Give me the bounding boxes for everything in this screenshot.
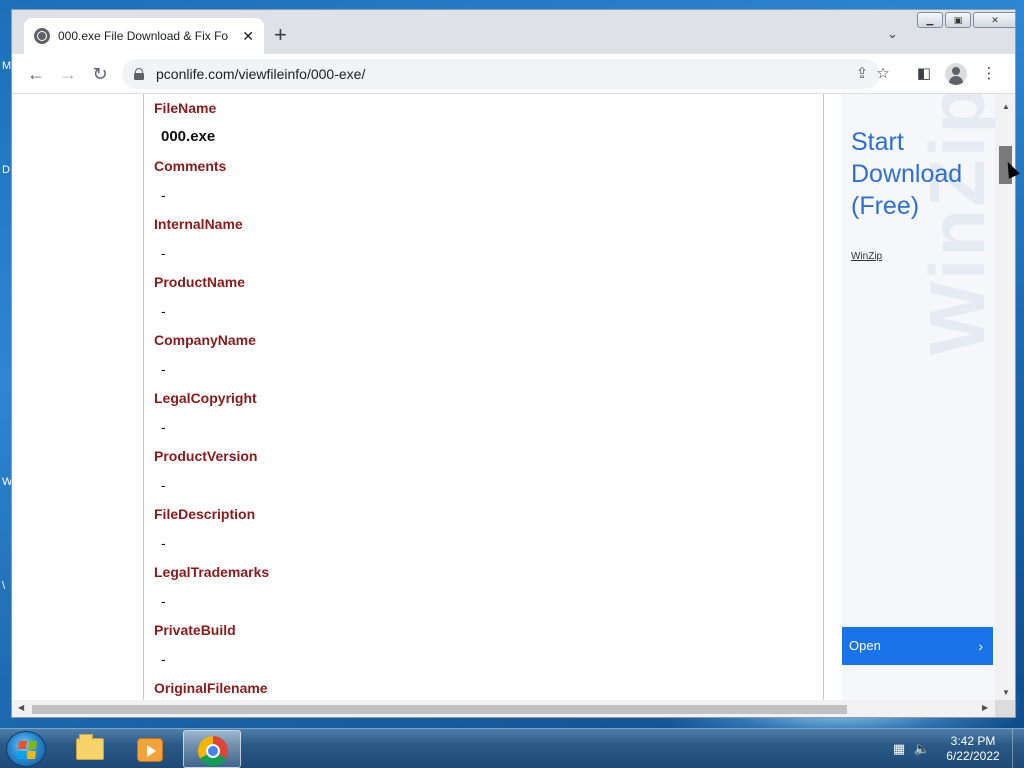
- volume-icon[interactable]: 🔈: [913, 740, 931, 758]
- scrollbar-corner: [995, 700, 1015, 717]
- clock-date: 6/22/2022: [946, 749, 1000, 763]
- field-value: -: [161, 419, 166, 435]
- window-controls: ▁ ▣ ✕: [917, 12, 1015, 28]
- scroll-down-arrow-icon[interactable]: ▼: [995, 688, 1015, 697]
- browser-window: 000.exe File Download & Fix For ✕ + ⌄ ▁ …: [11, 9, 1016, 718]
- taskbar: ▦ 🔈 3:42 PM 6/22/2022: [0, 728, 1024, 768]
- info-field: PrivateBuild -: [154, 620, 236, 678]
- file-info-panel: FileName 000.exe Comments - InternalName - Pro…: [143, 94, 824, 700]
- desktop-icon-label[interactable]: D: [2, 164, 10, 176]
- info-field: CompanyName -: [154, 330, 256, 388]
- ad-brand-link[interactable]: WinZip: [851, 251, 882, 262]
- globe-icon: [34, 28, 50, 44]
- scroll-left-arrow-icon[interactable]: ◀: [18, 703, 24, 712]
- horizontal-scrollbar[interactable]: ◀ ▶: [12, 700, 995, 717]
- tab-search-button[interactable]: ⌄: [887, 26, 898, 42]
- field-label: FileDescription: [154, 506, 256, 522]
- field-label: ProductVersion: [154, 448, 258, 464]
- media-player-icon: [137, 738, 163, 762]
- info-field: FileName 000.exe: [154, 98, 216, 156]
- scroll-right-arrow-icon[interactable]: ▶: [982, 703, 988, 712]
- new-tab-button[interactable]: +: [274, 24, 287, 46]
- page-viewport: FileName 000.exe Comments - InternalName - Pro…: [12, 94, 995, 700]
- field-value: -: [161, 477, 166, 493]
- network-icon[interactable]: ▦: [890, 740, 908, 758]
- field-label: Comments: [154, 158, 227, 174]
- more-menu-icon[interactable]: ⋮: [978, 63, 1000, 85]
- folder-icon: [76, 734, 104, 760]
- field-label: LegalCopyright: [154, 390, 257, 406]
- field-label: FileName: [154, 100, 217, 116]
- taskbar-explorer[interactable]: [60, 730, 118, 768]
- windows-logo-icon: [17, 741, 37, 759]
- chevron-right-icon: ›: [978, 638, 983, 654]
- desktop-icon-label[interactable]: M: [2, 60, 11, 72]
- taskbar-chrome[interactable]: [183, 730, 241, 768]
- info-field: ProductVersion -: [154, 446, 257, 504]
- field-label: InternalName: [154, 216, 243, 232]
- field-label: LegalTrademarks: [154, 564, 270, 580]
- tab-active[interactable]: 000.exe File Download & Fix For ✕: [24, 18, 264, 54]
- field-value: 000.exe: [161, 128, 216, 145]
- taskbar-media-player[interactable]: [121, 730, 179, 768]
- info-field: InternalName -: [154, 214, 243, 272]
- ad-open-label: Open: [849, 638, 881, 653]
- tab-strip: 000.exe File Download & Fix For ✕ + ⌄ ▁ …: [12, 10, 1015, 54]
- field-label: PrivateBuild: [154, 622, 236, 638]
- share-icon[interactable]: ⇪: [852, 59, 872, 89]
- reload-button[interactable]: ↻: [89, 63, 111, 85]
- field-value: -: [161, 593, 166, 609]
- close-tab-icon[interactable]: ✕: [242, 28, 254, 45]
- maximize-button[interactable]: ▣: [945, 12, 971, 28]
- tab-title: 000.exe File Download & Fix For: [58, 29, 228, 43]
- info-field: LegalTrademarks -: [154, 562, 269, 620]
- field-label: CompanyName: [154, 332, 256, 348]
- ad-banner[interactable]: WinZip Start Download (Free) WinZip Open…: [842, 94, 995, 700]
- minimize-button[interactable]: ▁: [917, 12, 943, 28]
- clock-time: 3:42 PM: [950, 734, 996, 748]
- horizontal-scroll-thumb[interactable]: [32, 705, 847, 714]
- close-window-button[interactable]: ✕: [973, 12, 1015, 28]
- bookmark-star-icon[interactable]: ☆: [872, 63, 894, 85]
- field-value: -: [161, 187, 166, 203]
- info-field: OriginalFilename: [154, 678, 268, 700]
- side-panel-icon[interactable]: ◧: [913, 63, 935, 85]
- browser-toolbar: ← → ↻ pconlife.com/viewfileinfo/000-exe/…: [12, 54, 1015, 94]
- forward-button[interactable]: →: [57, 63, 79, 85]
- back-button[interactable]: ←: [25, 63, 47, 85]
- start-button[interactable]: [6, 731, 46, 767]
- address-url[interactable]: pconlife.com/viewfileinfo/000-exe/: [156, 66, 365, 82]
- field-value: -: [161, 361, 166, 377]
- lock-icon[interactable]: [134, 68, 144, 80]
- field-value: -: [161, 535, 166, 551]
- system-clock[interactable]: 3:42 PM 6/22/2022: [940, 734, 1006, 764]
- address-bar[interactable]: pconlife.com/viewfileinfo/000-exe/ ⇪: [122, 59, 880, 89]
- ad-open-button[interactable]: Open ›: [842, 627, 993, 665]
- vertical-scrollbar[interactable]: ▲ ▼: [995, 94, 1015, 700]
- chrome-icon: [198, 736, 228, 766]
- ad-headline[interactable]: Start Download (Free): [851, 126, 991, 222]
- info-field: Comments -: [154, 156, 226, 214]
- field-value: -: [161, 651, 166, 667]
- field-label: ProductName: [154, 274, 246, 290]
- field-value: -: [161, 245, 166, 261]
- profile-avatar-icon[interactable]: [945, 63, 967, 85]
- info-field: FileDescription -: [154, 504, 255, 562]
- info-field: LegalCopyright -: [154, 388, 257, 446]
- info-field: ProductName -: [154, 272, 245, 330]
- desktop-icon-label[interactable]: \: [2, 580, 5, 592]
- field-label: OriginalFilename: [154, 680, 268, 696]
- field-value: -: [161, 303, 166, 319]
- show-desktop-button[interactable]: [1012, 729, 1024, 768]
- scroll-up-arrow-icon[interactable]: ▲: [995, 102, 1015, 111]
